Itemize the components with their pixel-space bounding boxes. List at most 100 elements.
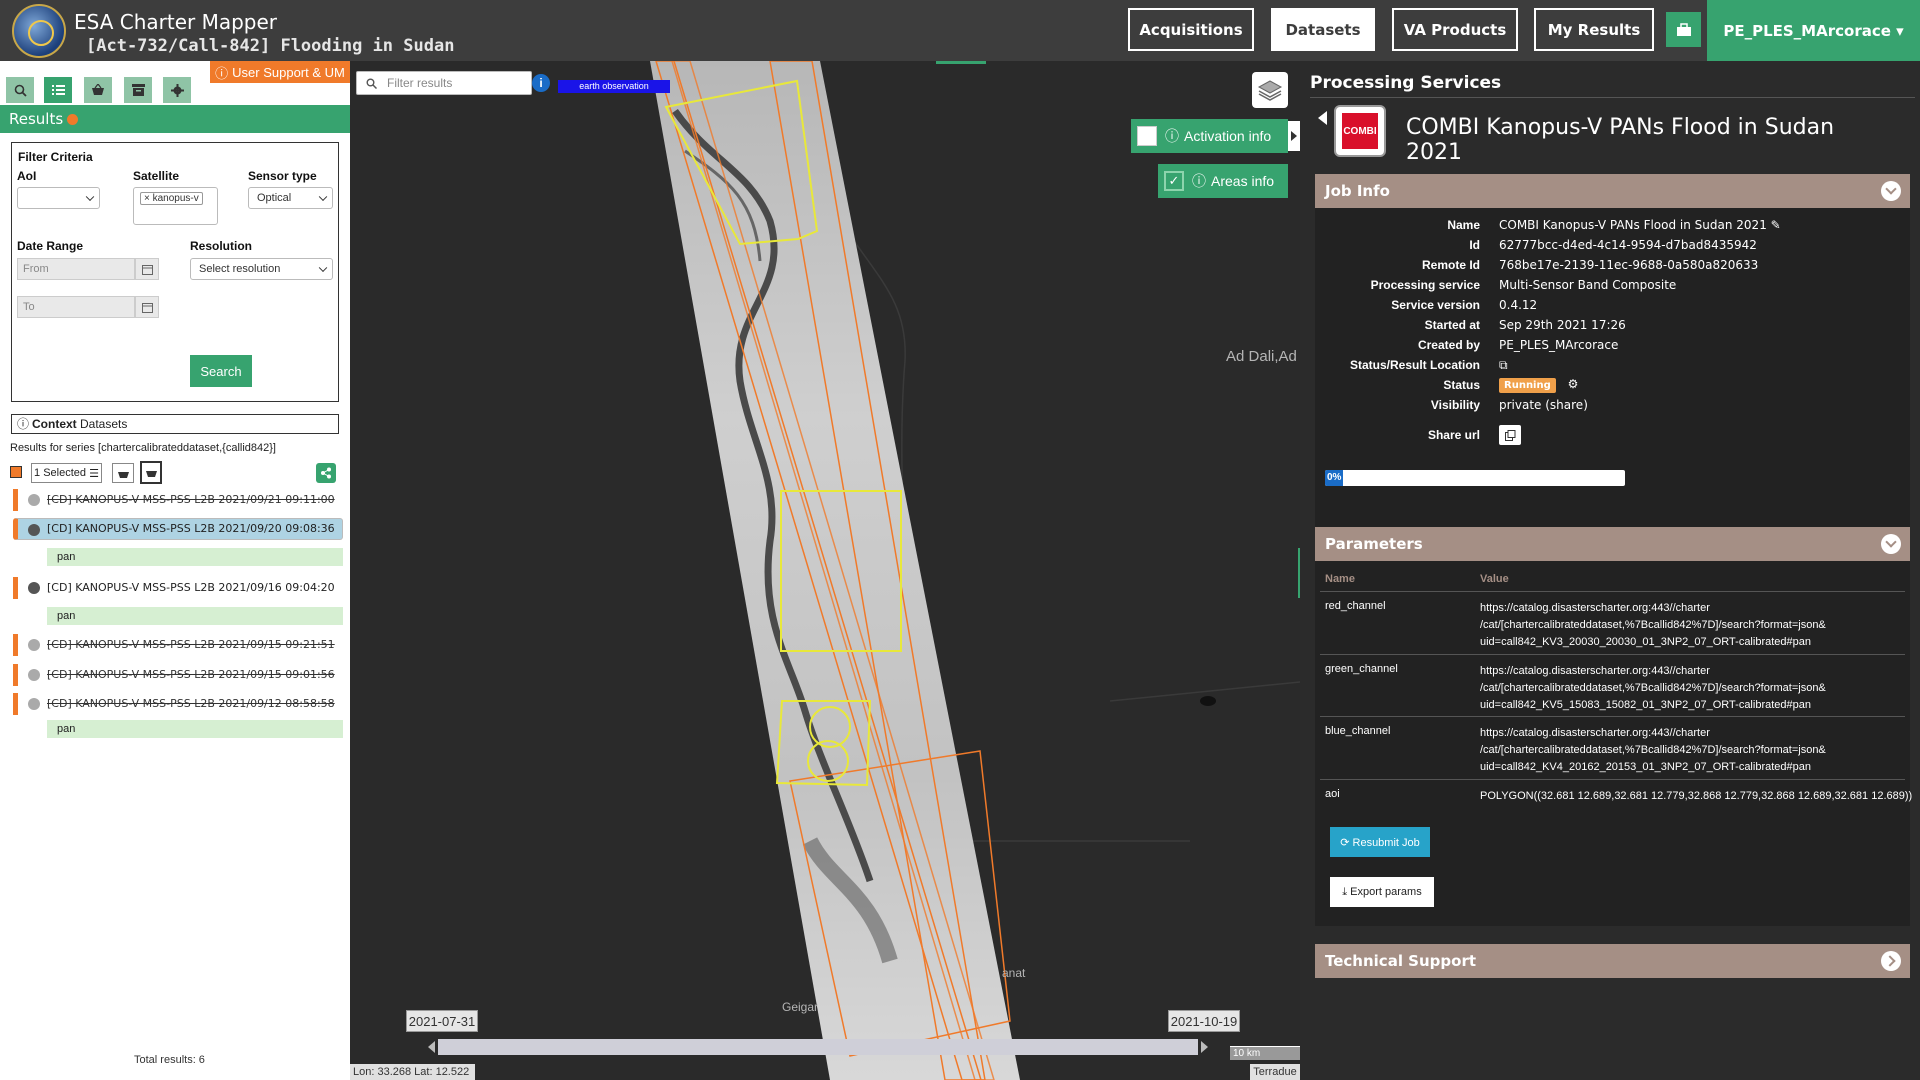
app-title: ESA Charter Mapper	[74, 10, 278, 34]
activation-info-toggle[interactable]: ⓘ Activation info	[1131, 119, 1288, 153]
info-key: Remote Id	[1421, 258, 1480, 272]
result-item[interactable]: [CD] KANOPUS-V MSS-PSS L2B 2021/09/21 09…	[13, 489, 343, 511]
parameters-header[interactable]: Parameters	[1315, 527, 1910, 561]
earth-observation-tag[interactable]: earth observation	[558, 80, 670, 93]
external-link-icon[interactable]: ⧉	[1499, 358, 1508, 373]
result-item[interactable]: [CD] KANOPUS-V MSS-PSS L2B 2021/09/16 09…	[13, 577, 343, 599]
activation-info-checkbox[interactable]	[1137, 126, 1157, 146]
areas-info-toggle[interactable]: ✓ ⓘ Areas info	[1158, 164, 1288, 198]
back-arrow-icon[interactable]	[1318, 111, 1327, 125]
map-attribution[interactable]: Terradue	[1250, 1064, 1300, 1080]
param-row: green_channel https://catalog.disastersc…	[1320, 654, 1905, 716]
info-value: Multi-Sensor Band Composite	[1499, 278, 1677, 292]
globe-icon	[28, 698, 40, 710]
context-rest-label: Datasets	[76, 417, 128, 431]
briefcase-button[interactable]	[1666, 12, 1701, 47]
chevron-down-icon	[85, 192, 95, 202]
info-key: Id	[1469, 238, 1480, 252]
basket-tool-button[interactable]	[84, 77, 112, 103]
date-from-input[interactable]: From	[17, 258, 135, 280]
share-button[interactable]	[316, 463, 336, 483]
date-range-label: Date Range	[17, 239, 84, 253]
search-button[interactable]: Search	[190, 355, 252, 387]
collapse-map-controls[interactable]	[1288, 121, 1300, 151]
gear-icon[interactable]: ⚙	[1568, 377, 1579, 391]
timeline-start-handle[interactable]	[428, 1041, 435, 1053]
nav-va-products[interactable]: VA Products	[1392, 8, 1518, 51]
chevron-down-icon[interactable]	[1881, 181, 1901, 201]
context-datasets-box[interactable]: ⓘ Context Datasets	[11, 414, 339, 434]
chevron-down-icon	[318, 263, 328, 273]
user-support-button[interactable]: ⓘ User Support & UM	[210, 61, 350, 83]
pan-band-tag[interactable]: pan	[47, 720, 343, 738]
job-info-body: Name COMBI Kanopus-V PANs Flood in Sudan…	[1315, 208, 1910, 565]
visibility-value[interactable]: private (share)	[1499, 398, 1588, 412]
activation-title: [Act-732/Call-842] Flooding in Sudan	[86, 36, 455, 56]
combi-icon-label: COMBI	[1342, 113, 1378, 149]
selected-count-dropdown[interactable]: 1 Selected ☰	[31, 463, 102, 483]
app-header: ESA Charter Mapper [Act-732/Call-842] Fl…	[0, 0, 1920, 61]
filter-title: Filter Criteria	[18, 150, 93, 164]
timeline-slider[interactable]	[428, 1039, 1208, 1055]
processing-services-panel: Processing Services COMBI COMBI Kanopus-…	[1300, 61, 1920, 1080]
divider	[1310, 97, 1915, 98]
job-info-header[interactable]: Job Info	[1315, 174, 1910, 208]
activation-info-label: Activation info	[1184, 128, 1272, 144]
filter-results-input[interactable]: Filter results	[356, 71, 532, 95]
info-value: 62777bcc-d4ed-4c14-9594-d7bad8435942	[1499, 238, 1757, 252]
processing-services-title: Processing Services	[1310, 73, 1502, 93]
info-key: Name	[1447, 218, 1480, 232]
technical-support-header[interactable]: Technical Support	[1315, 944, 1910, 978]
calendar-icon[interactable]	[135, 296, 159, 318]
pan-band-tag[interactable]: pan	[47, 548, 343, 566]
menu-icon: ☰	[89, 467, 99, 480]
satellite-multiselect[interactable]: × kanopus-v	[133, 187, 218, 225]
resubmit-job-button[interactable]: ⟳ Resubmit Job	[1330, 827, 1430, 857]
results-header: Results	[0, 105, 350, 133]
user-menu[interactable]: PE_PLES_MArcorace ▾	[1707, 0, 1920, 61]
map-view[interactable]: Filter results i earth observation ⓘ Act…	[350, 61, 1300, 1080]
calendar-icon[interactable]	[135, 258, 159, 280]
nav-acquisitions[interactable]: Acquisitions	[1128, 8, 1254, 51]
info-key: Started at	[1424, 318, 1480, 332]
nav-my-results[interactable]: My Results	[1534, 8, 1654, 51]
esa-charter-logo[interactable]	[12, 4, 66, 58]
info-value[interactable]: COMBI Kanopus-V PANs Flood in Sudan 2021…	[1499, 218, 1781, 232]
satellite-chip-label: kanopus-v	[152, 193, 199, 204]
result-label: [CD] KANOPUS-V MSS-PSS L2B 2021/09/16 09…	[47, 581, 335, 594]
sensor-type-select[interactable]: Optical	[248, 187, 333, 209]
technical-support-title: Technical Support	[1325, 952, 1477, 970]
nav-datasets[interactable]: Datasets	[1271, 8, 1375, 51]
chevron-down-icon[interactable]	[1881, 534, 1901, 554]
resolution-label: Resolution	[190, 239, 252, 253]
add-to-basket-button[interactable]	[112, 463, 134, 483]
result-item[interactable]: [CD] KANOPUS-V MSS-PSS L2B 2021/09/12 08…	[13, 693, 343, 715]
resolution-value: Select resolution	[199, 263, 281, 275]
info-icon[interactable]: i	[532, 74, 550, 92]
timeline-end-handle[interactable]	[1201, 1041, 1208, 1053]
search-tool-button[interactable]	[6, 77, 34, 103]
result-item[interactable]: [CD] KANOPUS-V MSS-PSS L2B 2021/09/15 09…	[13, 664, 343, 686]
result-item[interactable]: [CD] KANOPUS-V MSS-PSS L2B 2021/09/15 09…	[13, 634, 343, 656]
copy-url-button[interactable]	[1499, 425, 1521, 445]
help-icon[interactable]	[67, 114, 79, 125]
resolution-select[interactable]: Select resolution	[190, 258, 333, 280]
settings-tool-button[interactable]	[163, 77, 191, 103]
pan-band-tag[interactable]: pan	[47, 607, 343, 625]
list-tool-button[interactable]	[44, 77, 72, 103]
param-value: https://catalog.disasterscharter.org:443…	[1480, 665, 1826, 711]
archive-tool-button[interactable]	[124, 77, 152, 103]
user-support-label: User Support & UM	[232, 64, 345, 80]
layers-button[interactable]	[1252, 72, 1288, 108]
aoi-select[interactable]	[17, 187, 100, 209]
result-item-selected[interactable]: [CD] KANOPUS-V MSS-PSS L2B 2021/09/20 09…	[13, 518, 343, 540]
info-key: Status/Result Location	[1349, 358, 1480, 372]
date-to-input[interactable]: To	[17, 296, 135, 318]
remove-from-basket-button[interactable]	[140, 461, 162, 484]
select-all-checkbox[interactable]	[10, 466, 22, 478]
satellite-chip[interactable]: × kanopus-v	[140, 192, 203, 205]
areas-info-checkbox[interactable]: ✓	[1164, 171, 1184, 191]
export-params-button[interactable]: ⤓ Export params	[1330, 877, 1434, 907]
chevron-right-icon[interactable]	[1881, 951, 1901, 971]
results-title: Results	[9, 110, 64, 128]
